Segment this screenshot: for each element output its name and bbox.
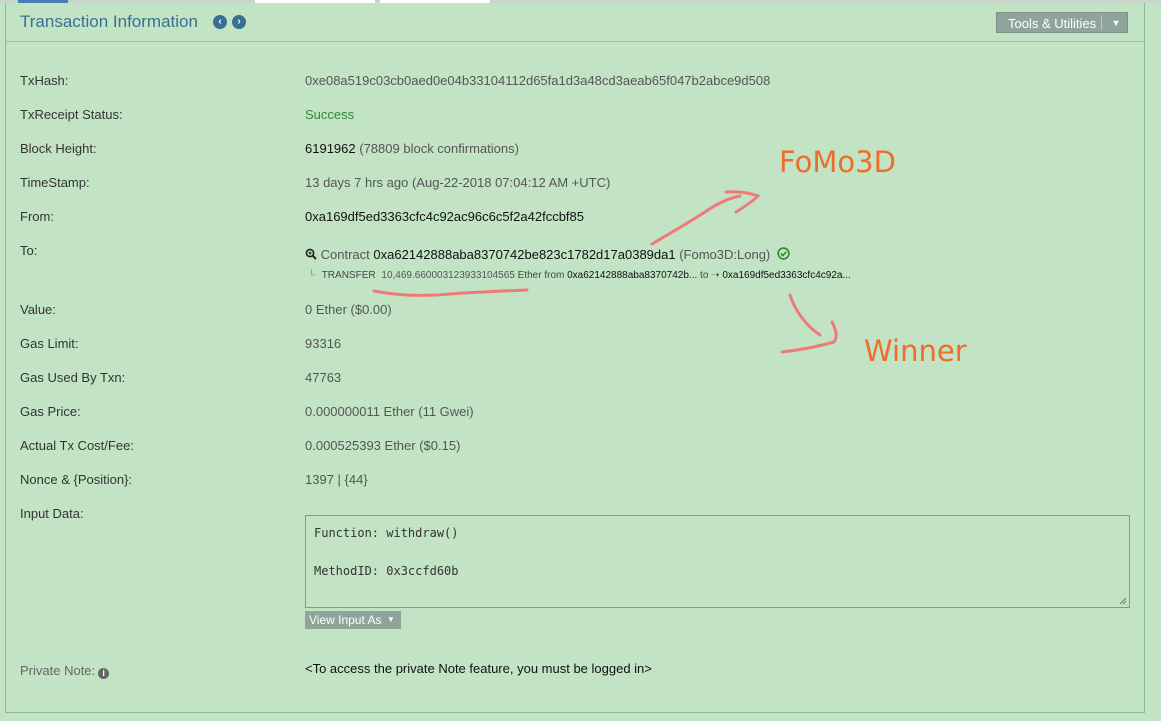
block-confirmations: (78809 block confirmations) xyxy=(359,141,519,156)
tree-connector: └ xyxy=(308,270,316,281)
private-note-value: <To access the private Note feature, you… xyxy=(305,661,652,676)
input-data-textarea[interactable]: Function: withdraw() MethodID: 0x3ccfd60… xyxy=(305,515,1130,608)
tools-utilities-label: Tools & Utilities xyxy=(1008,16,1097,31)
panel-header: Transaction Information ‹ › Tools & Util… xyxy=(6,3,1144,42)
gas-price-value: 0.000000011 Ether (11 Gwei) xyxy=(305,404,474,419)
gas-used-value: 47763 xyxy=(305,370,342,385)
contract-address-link[interactable]: 0xa62142888aba8370742be823c1782d17a0389d… xyxy=(373,247,675,262)
contract-name: (Fomo3D:Long) xyxy=(679,247,771,262)
annotation-winner: Winner xyxy=(864,334,967,368)
txhash-value: 0xe08a519c03cb0aed0e04b33104112d65fa1d3a… xyxy=(305,73,771,88)
receipt-status-value: Success xyxy=(305,107,355,122)
info-icon[interactable]: i xyxy=(98,668,110,679)
fee-value: 0.000525393 Ether ($0.15) xyxy=(305,438,461,453)
private-note-label: Private Note: i xyxy=(20,663,110,679)
to-label: To: xyxy=(20,243,38,258)
fee-label: Actual Tx Cost/Fee: xyxy=(20,438,134,453)
tools-utilities-dropdown[interactable]: Tools & Utilities ▼ xyxy=(996,12,1128,33)
txhash-label: TxHash: xyxy=(20,73,69,88)
page-title: Transaction Information xyxy=(20,12,198,31)
dropdown-divider xyxy=(1101,15,1102,30)
transfer-to-word: to xyxy=(700,270,709,281)
private-note-label-text: Private Note: xyxy=(20,663,96,678)
verified-check-icon xyxy=(777,247,790,260)
chevron-left-circle-icon[interactable]: ‹ xyxy=(213,15,227,29)
nonce-value: 1397 | {44} xyxy=(305,472,368,487)
transfer-to-link[interactable]: 0xa169df5ed3363cfc4c92a... xyxy=(722,270,850,281)
gas-limit-value: 93316 xyxy=(305,336,342,351)
contract-word: Contract xyxy=(320,247,370,262)
input-methodid-line: MethodID: 0x3ccfd60b xyxy=(314,564,459,578)
input-function-line: Function: withdraw() xyxy=(314,526,459,540)
arrow-right-icon: ➝ xyxy=(711,270,720,281)
block-height-value: 6191962 (78809 block confirmations) xyxy=(305,141,519,156)
transfer-from-link[interactable]: 0xa62142888aba8370742b... xyxy=(567,270,697,281)
transfer-prefix: TRANSFER xyxy=(321,270,376,281)
nonce-label: Nonce & {Position}: xyxy=(20,472,133,487)
block-height-label: Block Height: xyxy=(20,141,97,156)
timestamp-value: 13 days 7 hrs ago (Aug-22-2018 07:04:12 … xyxy=(305,175,611,190)
value-value: 0 Ether ($0.00) xyxy=(305,302,392,317)
block-number-link[interactable]: 6191962 xyxy=(305,141,356,156)
transfer-amount: 10,469.660003123933104565 xyxy=(381,270,515,281)
from-label: From: xyxy=(20,209,54,224)
gas-used-label: Gas Used By Txn: xyxy=(20,370,126,385)
annotation-fomo3d: FoMo3D xyxy=(779,145,896,179)
timestamp-label: TimeStamp: xyxy=(20,175,90,190)
transfer-unit: Ether from xyxy=(517,270,565,281)
view-input-as-label: View Input As xyxy=(309,613,382,627)
to-value: Contract 0xa62142888aba8370742be823c1782… xyxy=(305,247,790,262)
magnifier-icon[interactable] xyxy=(305,248,317,260)
transaction-panel: Transaction Information ‹ › Tools & Util… xyxy=(5,3,1145,713)
value-label: Value: xyxy=(20,302,56,317)
view-input-as-dropdown[interactable]: View Input As ▼ xyxy=(305,611,401,629)
gas-price-label: Gas Price: xyxy=(20,404,81,419)
from-address-link[interactable]: 0xa169df5ed3363cfc4c92ac96c6c5f2a42fccbf… xyxy=(305,209,584,224)
caret-down-icon[interactable]: ▼ xyxy=(1105,15,1127,31)
chevron-right-circle-icon[interactable]: › xyxy=(232,15,246,29)
caret-down-icon[interactable]: ▼ xyxy=(387,611,395,629)
receipt-status-label: TxReceipt Status: xyxy=(20,107,123,122)
internal-transfer-line: └ TRANSFER 10,469.660003123933104565 Eth… xyxy=(308,270,851,281)
resize-grip-icon[interactable] xyxy=(1119,597,1127,605)
input-data-label: Input Data: xyxy=(20,506,84,521)
gas-limit-label: Gas Limit: xyxy=(20,336,79,351)
